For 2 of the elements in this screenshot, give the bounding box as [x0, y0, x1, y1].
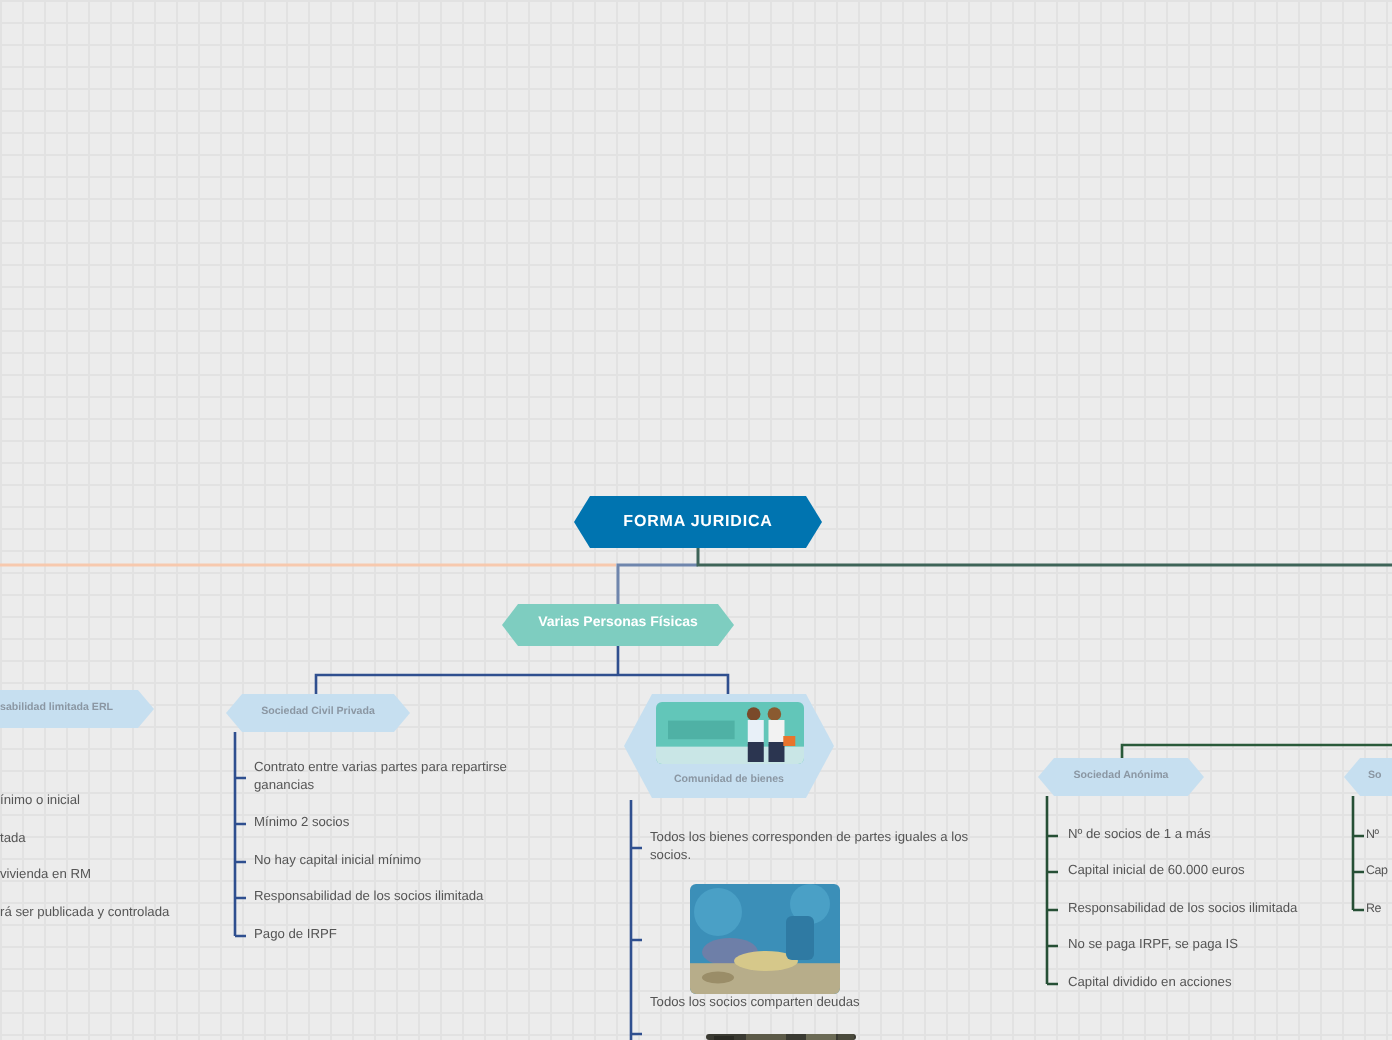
connector-line — [1351, 794, 1366, 912]
root-topic[interactable]: FORMA JURIDICA — [574, 496, 822, 548]
